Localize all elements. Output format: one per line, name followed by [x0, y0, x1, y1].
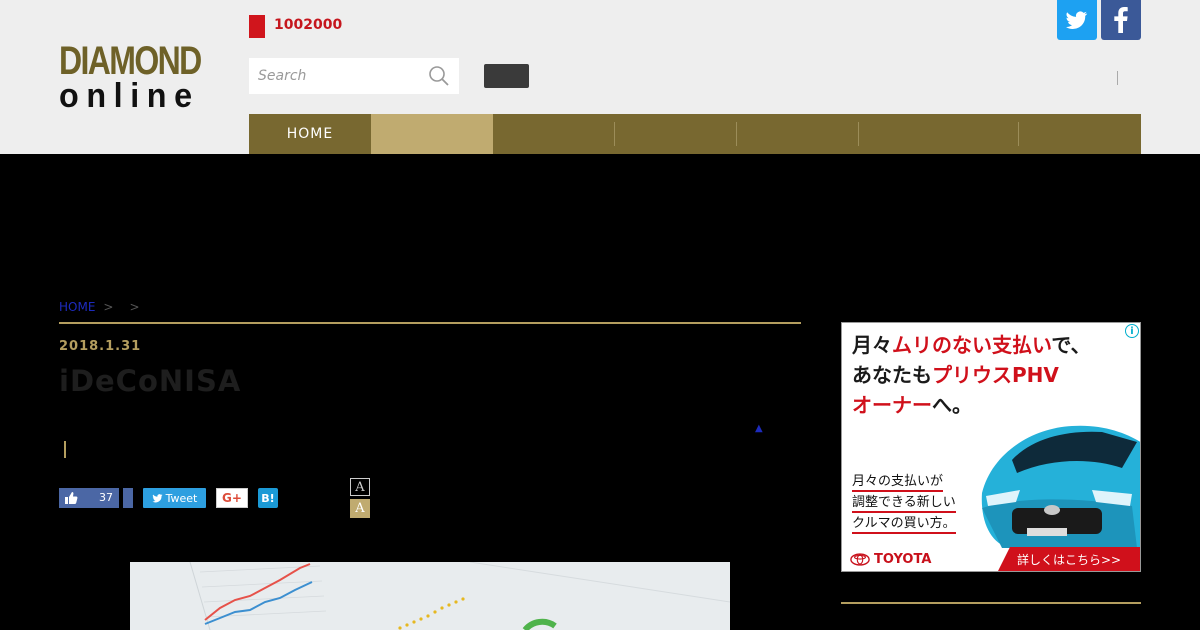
toyota-logo-icon [850, 553, 870, 566]
chart-photo-illustration [130, 562, 730, 630]
tweet-button[interactable]: Tweet [143, 488, 206, 508]
site-logo[interactable]: DIAMOND online [59, 41, 222, 113]
breadcrumb-home-link[interactable]: HOME [59, 300, 95, 314]
article-hero-image [130, 562, 730, 630]
twitter-button[interactable] [1057, 0, 1097, 40]
triangle-up-icon[interactable]: ▲ [755, 423, 763, 434]
facebook-like-button[interactable]: 37 [59, 488, 119, 508]
ad-subcopy-1: 月々の支払いが [852, 473, 944, 492]
nav-item-home[interactable]: HOME [249, 114, 371, 154]
nav-item-3[interactable] [493, 114, 615, 154]
site-header: DIAMOND online 1002000 HOME [0, 0, 1200, 154]
nav-item-5[interactable] [737, 114, 859, 154]
ad-text: で、 [1051, 333, 1091, 357]
tweet-label: Tweet [165, 491, 198, 505]
login-button[interactable] [484, 64, 529, 88]
ad-cta-button[interactable]: 詳しくはこちら>> [998, 547, 1140, 571]
ad-text-highlight: オーナー [852, 393, 932, 417]
ad-text-highlight: ムリのない支払い [892, 333, 1052, 357]
thumbs-up-icon [65, 492, 78, 504]
breadcrumb: HOME > > [59, 300, 148, 314]
hatena-bookmark-button[interactable]: B! [258, 488, 278, 508]
bird-icon [152, 493, 163, 502]
facebook-share-button[interactable] [123, 488, 133, 508]
ad-brand: TOYOTA [850, 552, 931, 567]
font-size-small-button[interactable]: A [350, 478, 370, 496]
google-plus-button[interactable]: G+ [216, 488, 248, 508]
like-count: 37 [99, 491, 113, 504]
font-size-large-button[interactable]: A [350, 499, 370, 518]
ad-headline-line-1: 月々ムリのない支払いで、 [852, 331, 1091, 359]
breadcrumb-separator: > [129, 300, 140, 314]
nav-item-6[interactable] [859, 114, 1019, 154]
twitter-icon [1066, 11, 1088, 30]
nav-item-2[interactable] [371, 114, 493, 154]
sidebar-rule [841, 602, 1141, 604]
nav-item-4[interactable] [615, 114, 737, 154]
text-cursor [64, 441, 66, 458]
ad-headline-line-3: オーナーへ。 [852, 391, 972, 419]
ad-brand-label: TOYOTA [874, 552, 932, 567]
car-image [981, 425, 1140, 548]
ad-text: 月々 [852, 333, 892, 357]
ad-headline-line-2: あなたもプリウスPHV [852, 361, 1059, 389]
advertisement-banner[interactable]: i 月々ムリのない支払いで、 あなたもプリウスPHV オーナーへ。 月々の支払い… [841, 322, 1141, 572]
main-nav: HOME [249, 114, 1141, 154]
article-date: 2018.1.31 [59, 339, 142, 354]
count-marker [249, 15, 265, 38]
ad-text: あなたも [852, 363, 932, 387]
ad-footer: TOYOTA 詳しくはこちら>> [842, 547, 1140, 571]
ad-text-highlight: プリウスPHV [932, 363, 1059, 387]
ad-info-icon[interactable]: i [1125, 324, 1139, 338]
ad-subcopy-2: 調整できる新しい [852, 494, 956, 513]
member-count: 1002000 [274, 17, 343, 33]
breadcrumb-separator: > [103, 300, 114, 314]
ad-text: へ。 [932, 393, 972, 417]
article-title: iDeCoNISA [59, 364, 242, 398]
ad-subcopy-3: クルマの買い方。 [852, 515, 956, 534]
header-separator [1117, 71, 1118, 85]
facebook-icon [1114, 7, 1128, 33]
search-icon[interactable] [428, 65, 450, 87]
facebook-button[interactable] [1101, 0, 1141, 40]
title-rule [59, 322, 801, 324]
logo-bottom-text: online [59, 77, 200, 115]
nav-label: HOME [286, 126, 334, 142]
logo-top-text: DIAMOND [59, 39, 202, 83]
nav-item-7[interactable] [1019, 114, 1141, 154]
